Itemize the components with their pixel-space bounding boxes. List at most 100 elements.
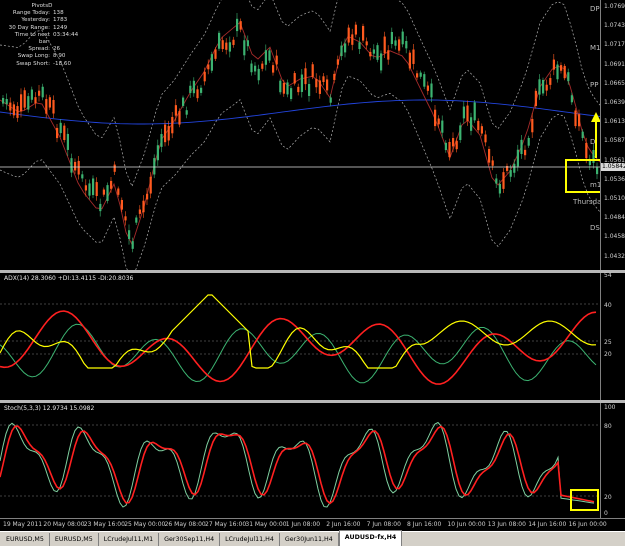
candle-body xyxy=(336,59,339,65)
candle-body xyxy=(225,42,228,50)
candle-body xyxy=(434,109,437,127)
candle-body xyxy=(149,176,152,194)
time-tick: 7 Jun 08:00 xyxy=(366,521,401,528)
time-tick: 8 Jun 16:00 xyxy=(407,521,442,528)
pivot-panel-title: PivotsD xyxy=(31,3,53,9)
time-axis[interactable]: 19 May 2011 20 May 08:00 23 May 16:00 25 Ma… xyxy=(0,518,625,531)
candle-body xyxy=(124,216,127,221)
candle-body xyxy=(437,118,440,125)
adx-tick-25: 25 xyxy=(604,339,612,346)
tab-audusd-fx-h4[interactable]: AUDUSD-fx,H4 xyxy=(338,530,403,546)
candle-body xyxy=(81,174,84,179)
candle-body xyxy=(531,118,534,133)
candle-body xyxy=(290,88,293,100)
candle-body xyxy=(210,54,213,71)
tab-ger30jun11-h4[interactable]: Ger30Jun11,H4 xyxy=(280,533,339,546)
price-chart-pane[interactable]: PivotsD Range Today: 138 Yesterday: 1783 3… xyxy=(0,0,602,270)
candle-body xyxy=(358,42,361,50)
candle-body xyxy=(412,49,415,64)
candle-body xyxy=(254,65,257,72)
stoch-tick-0: 0 xyxy=(604,510,608,517)
candle-body xyxy=(113,164,116,172)
candle-body xyxy=(192,80,195,94)
stochastic-d-line xyxy=(0,425,595,505)
candle-body xyxy=(279,80,282,93)
candle-body xyxy=(189,85,192,94)
candle-body xyxy=(455,140,458,150)
adx-axis[interactable]: 54 40 25 20 xyxy=(600,272,625,400)
candle-body xyxy=(401,31,404,45)
candle-body xyxy=(66,133,69,150)
candle-body xyxy=(376,45,379,60)
price-tick: 1.06915 xyxy=(604,60,625,68)
candle-body xyxy=(534,90,537,107)
candle-body xyxy=(41,86,44,98)
candle-body xyxy=(117,188,120,195)
price-tick: 1.04580 xyxy=(604,233,625,241)
candle-body xyxy=(275,55,278,65)
candle-body xyxy=(178,111,181,125)
current-price-box: 1.05842 xyxy=(601,163,625,171)
price-tick: 1.06655 xyxy=(604,79,625,87)
candle-body xyxy=(574,110,577,127)
candle-body xyxy=(45,99,48,114)
candle-body xyxy=(477,120,480,131)
candle-body xyxy=(272,65,275,73)
candle-body xyxy=(563,65,566,79)
candle-body xyxy=(12,104,15,116)
candle-body xyxy=(549,78,552,85)
arrow-head xyxy=(591,112,600,122)
thursday-label: Thursda xyxy=(573,198,602,206)
pivot-dp-label: DP xyxy=(590,5,600,13)
candle-body xyxy=(516,149,519,167)
candle-body xyxy=(203,71,206,82)
candle-body xyxy=(398,39,401,51)
candle-body xyxy=(232,39,235,45)
pivot-yesterday-label: Yesterday: xyxy=(21,17,50,24)
price-tick: 1.07435 xyxy=(604,22,625,30)
pivot-30day-value: 1249 xyxy=(53,24,68,31)
candle-body xyxy=(567,72,570,82)
time-tick: 26 May 08:00 xyxy=(164,521,206,528)
candle-body xyxy=(2,97,5,104)
candle-body xyxy=(74,161,77,171)
candle-body xyxy=(95,182,98,196)
stochastic-pane[interactable]: Stoch(5,3,3) 12.9734 15.0982 xyxy=(0,403,600,518)
pivot-next-bar-label: Time to next bar: xyxy=(14,31,50,46)
candle-body xyxy=(228,42,231,52)
candle-body xyxy=(59,122,62,134)
moving-average-brown xyxy=(0,21,600,246)
price-tick: 1.06135 xyxy=(604,118,625,126)
price-axis[interactable]: 1.07695 1.07435 1.07175 1.06915 1.06655 1.063… xyxy=(600,0,625,270)
candle-body xyxy=(318,80,321,94)
candle-body xyxy=(131,241,134,249)
candle-body xyxy=(578,114,581,127)
candle-body xyxy=(441,120,444,133)
candle-body xyxy=(552,59,555,70)
tab-lcrudejul11-h4[interactable]: LCrudeJul11,H4 xyxy=(220,533,280,546)
candle-body xyxy=(218,32,221,49)
candle-body xyxy=(581,131,584,139)
candle-body xyxy=(351,34,354,45)
candle-body xyxy=(77,160,80,175)
candle-body xyxy=(448,141,451,158)
candle-body xyxy=(444,142,447,151)
stochastic-axis[interactable]: 100 80 20 0 xyxy=(600,403,625,518)
tab-ger30sep11-h4[interactable]: Ger30Sep11,H4 xyxy=(159,533,221,546)
pivot-spread-value: 26 xyxy=(53,46,61,53)
candle-body xyxy=(293,73,296,84)
mt4-chart-window: PivotsD Range Today: 138 Yesterday: 1783 3… xyxy=(0,0,625,546)
tab-eurusd-m5-2[interactable]: EURUSD,M5 xyxy=(50,533,99,546)
time-tick: 23 May 16:00 xyxy=(83,521,125,528)
adx-pane[interactable]: ADX(14) 28.3060 +DI:13.4115 -DI:20.8036 xyxy=(0,273,600,400)
candle-body xyxy=(488,149,491,163)
candle-body xyxy=(167,125,170,141)
candle-body xyxy=(372,49,375,54)
pivot-spread-label: Spread: xyxy=(28,46,50,53)
candle-body xyxy=(70,158,73,173)
tab-lcrudejul11-m1[interactable]: LCrudeJul11,M1 xyxy=(99,533,160,546)
stochastic-chart xyxy=(0,421,600,511)
adx-tick-54: 54 xyxy=(604,272,612,279)
tab-eurusd-m5[interactable]: EURUSD,M5 xyxy=(1,533,50,546)
candle-body xyxy=(264,50,267,65)
